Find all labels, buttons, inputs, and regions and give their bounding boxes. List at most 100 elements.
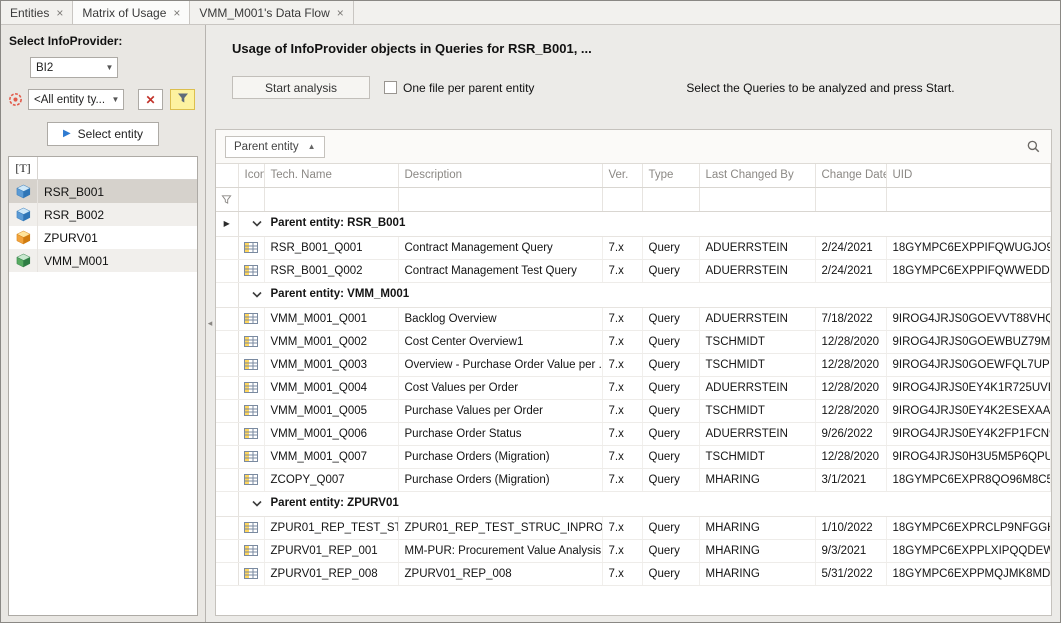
grid-filter-row (216, 187, 1051, 211)
tab-close-icon[interactable]: × (337, 7, 344, 19)
cell-tech-name: ZPURV01_REP_001 (264, 539, 398, 562)
column-header-tech-name[interactable]: Tech. Name (264, 164, 398, 187)
entity-row[interactable]: RSR_B001 (9, 180, 197, 203)
select-entity-button[interactable]: ▶ Select entity (47, 122, 159, 146)
row-indicator (216, 562, 238, 585)
one-file-checkbox[interactable] (384, 81, 397, 94)
clear-filter-button[interactable]: ✕ (138, 89, 163, 110)
table-row[interactable]: ZPURV01_REP_008ZPURV01_REP_0087.xQueryMH… (216, 562, 1051, 585)
entity-type-select[interactable]: <All entity ty... ▼ (28, 89, 124, 110)
start-analysis-button[interactable]: Start analysis (232, 76, 370, 99)
tab-close-icon[interactable]: × (173, 7, 180, 19)
table-row[interactable]: VMM_M001_Q006Purchase Order Status7.xQue… (216, 422, 1051, 445)
filter-cell-change-date[interactable] (815, 187, 886, 211)
table-row[interactable]: VMM_M001_Q002Cost Center Overview17.xQue… (216, 330, 1051, 353)
group-by-chip[interactable]: Parent entity ▲ (225, 136, 325, 158)
table-row[interactable]: ZPURV01_REP_001MM-PUR: Procurement Value… (216, 539, 1051, 562)
group-header-cell[interactable]: Parent entity: ZPURV01 (238, 491, 1051, 516)
cell-tech-name: VMM_M001_Q003 (264, 353, 398, 376)
table-row[interactable]: RSR_B001_Q001Contract Management Query7.… (216, 236, 1051, 259)
search-icon[interactable] (1024, 138, 1042, 156)
cell-description: Cost Values per Order (398, 376, 602, 399)
cell-type: Query (642, 330, 699, 353)
table-row[interactable]: RSR_B001_Q002Contract Management Test Qu… (216, 259, 1051, 282)
cell-ver: 7.x (602, 562, 642, 585)
filter-cell-description[interactable] (398, 187, 602, 211)
apply-filter-button[interactable] (170, 89, 195, 110)
cell-last-changed-by: TSCHMIDT (699, 445, 815, 468)
column-header-icon[interactable]: Icon (238, 164, 264, 187)
table-row[interactable]: VMM_M001_Q001Backlog Overview7.xQueryADU… (216, 307, 1051, 330)
entity-type-select-value: <All entity ty... (34, 94, 105, 106)
chevron-down-icon: ▼ (108, 95, 123, 104)
column-header-ver[interactable]: Ver. (602, 164, 642, 187)
filter-cell-tech-name[interactable] (264, 187, 398, 211)
column-header-type[interactable]: Type (642, 164, 699, 187)
main-panel: Usage of InfoProvider objects in Queries… (214, 25, 1060, 622)
entity-row[interactable]: RSR_B002 (9, 203, 197, 226)
tab-matrix-of-usage[interactable]: Matrix of Usage× (73, 1, 190, 24)
infocube-blue-icon (9, 203, 38, 226)
cell-tech-name: ZCOPY_Q007 (264, 468, 398, 491)
text-filter-icon[interactable]: [T] (9, 157, 38, 179)
cell-change-date: 12/28/2020 (815, 353, 886, 376)
column-header-description[interactable]: Description (398, 164, 602, 187)
tab-vmm-m001-s-data-flow[interactable]: VMM_M001's Data Flow× (190, 1, 353, 24)
cell-tech-name: VMM_M001_Q005 (264, 399, 398, 422)
filter-cell-type[interactable] (642, 187, 699, 211)
entity-type-filter-row: <All entity ty... ▼ ✕ (8, 89, 198, 110)
tab-close-icon[interactable]: × (56, 7, 63, 19)
cell-change-date: 9/3/2021 (815, 539, 886, 562)
cell-ver: 7.x (602, 307, 642, 330)
filter-cell-uid[interactable] (886, 187, 1051, 211)
group-header-row[interactable]: ▶Parent entity: RSR_B001 (216, 211, 1051, 236)
cell-ver: 7.x (602, 376, 642, 399)
cell-ver: 7.x (602, 468, 642, 491)
table-row[interactable]: ZCOPY_Q007Purchase Orders (Migration)7.x… (216, 468, 1051, 491)
cell-tech-name: VMM_M001_Q007 (264, 445, 398, 468)
collapse-group-icon[interactable] (252, 498, 262, 510)
cell-description: ZPUR01_REP_TEST_STRUC_INPROV (398, 516, 602, 539)
row-indicator (216, 307, 238, 330)
table-row[interactable]: VMM_M001_Q004Cost Values per Order7.xQue… (216, 376, 1051, 399)
group-header-row[interactable]: Parent entity: ZPURV01 (216, 491, 1051, 516)
cell-type: Query (642, 399, 699, 422)
cell-uid: 18GYMPC6EXPPIFQWWEDD5E... (886, 259, 1051, 282)
tab-entities[interactable]: Entities× (1, 1, 73, 24)
cell-last-changed-by: MHARING (699, 562, 815, 585)
current-row-indicator (216, 491, 238, 516)
group-header-cell[interactable]: Parent entity: VMM_M001 (238, 282, 1051, 307)
entity-name: RSR_B001 (38, 185, 104, 199)
sidebar-collapse-handle[interactable]: ◂ (206, 25, 214, 622)
table-row[interactable]: VMM_M001_Q007Purchase Orders (Migration)… (216, 445, 1051, 468)
entity-row[interactable]: ZPURV01 (9, 226, 197, 249)
collapse-arrow-icon: ◂ (208, 318, 213, 329)
system-select[interactable]: BI2 ▼ (30, 57, 118, 78)
cell-description: Contract Management Query (398, 236, 602, 259)
cell-tech-name: VMM_M001_Q002 (264, 330, 398, 353)
filter-cell-last-changed-by[interactable] (699, 187, 815, 211)
cell-type: Query (642, 376, 699, 399)
collapse-group-icon[interactable] (252, 289, 262, 301)
column-header-change-date[interactable]: Change Date (815, 164, 886, 187)
cell-type: Query (642, 468, 699, 491)
table-row[interactable]: VMM_M001_Q003Overview - Purchase Order V… (216, 353, 1051, 376)
column-header-last-changed-by[interactable]: Last Changed By (699, 164, 815, 187)
entity-row[interactable]: VMM_M001 (9, 249, 197, 272)
table-row[interactable]: ZPUR01_REP_TEST_ST...ZPUR01_REP_TEST_STR… (216, 516, 1051, 539)
tab-bar: Entities×Matrix of Usage×VMM_M001's Data… (1, 1, 1060, 25)
collapse-group-icon[interactable] (252, 218, 262, 230)
group-header-row[interactable]: Parent entity: VMM_M001 (216, 282, 1051, 307)
row-indicator (216, 422, 238, 445)
play-icon: ▶ (63, 129, 71, 139)
filter-cell-ver[interactable] (602, 187, 642, 211)
cell-change-date: 9/26/2022 (815, 422, 886, 445)
cell-change-date: 12/28/2020 (815, 399, 886, 422)
cell-type: Query (642, 516, 699, 539)
column-header-uid[interactable]: UID (886, 164, 1051, 187)
cell-description: Overview - Purchase Order Value per ... (398, 353, 602, 376)
group-header-cell[interactable]: Parent entity: RSR_B001 (238, 211, 1051, 236)
filter-cell-icon[interactable] (238, 187, 264, 211)
query-icon (238, 236, 264, 259)
table-row[interactable]: VMM_M001_Q005Purchase Values per Order7.… (216, 399, 1051, 422)
